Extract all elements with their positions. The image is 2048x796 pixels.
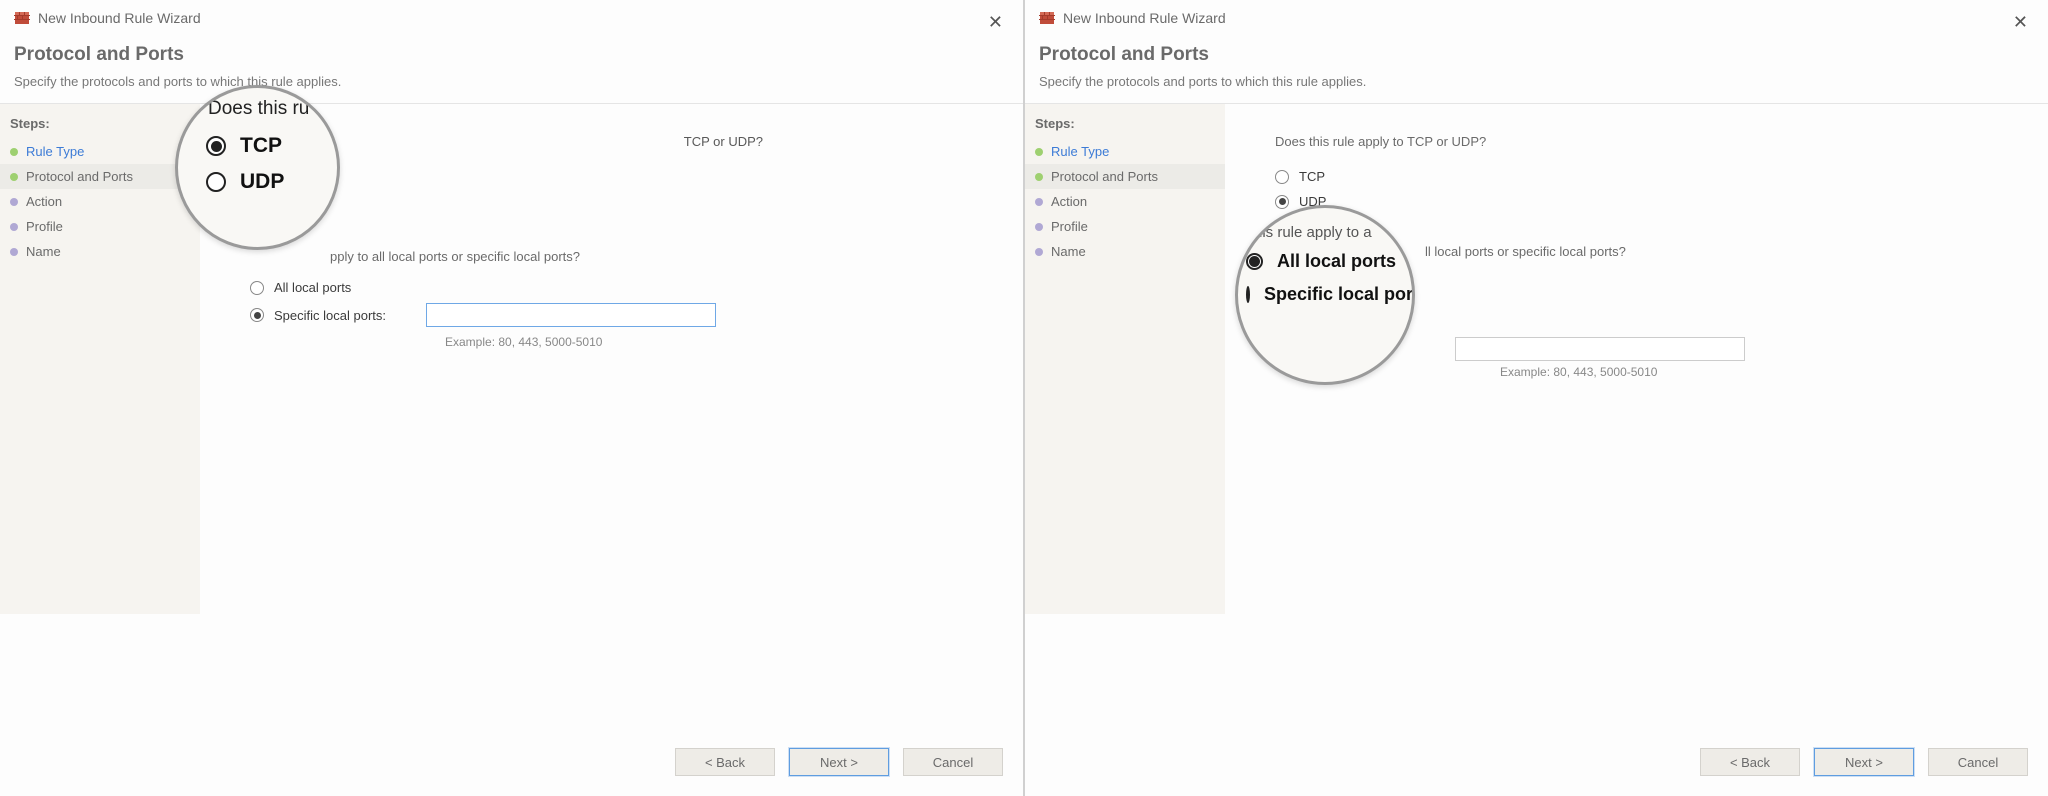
window-title: New Inbound Rule Wizard <box>1063 10 1226 26</box>
radio-icon <box>206 172 226 192</box>
firewall-icon <box>14 10 30 26</box>
back-button[interactable]: < Back <box>675 748 775 776</box>
magnifier-title-fragment: his rule apply to a <box>1254 224 1404 241</box>
radio-icon <box>1275 195 1289 209</box>
step-action[interactable]: Action <box>0 189 200 214</box>
page-description: Specify the protocols and ports to which… <box>1025 74 2048 103</box>
next-button[interactable]: Next > <box>1814 748 1914 776</box>
radio-tcp[interactable]: TCP <box>1275 169 2018 184</box>
protocol-question-fragment: TCP or UDP? <box>684 134 763 149</box>
window-title: New Inbound Rule Wizard <box>38 10 201 26</box>
magnifier-radio-specific-ports[interactable]: Specific local ports <box>1246 284 1404 305</box>
wizard-panel-left: New Inbound Rule Wizard ✕ Protocol and P… <box>0 0 1025 796</box>
magnifier-callout: Does this ru TCP UDP <box>175 85 340 250</box>
step-bullet-icon <box>10 173 18 181</box>
ports-question-fragment: ll local ports or specific local ports? <box>1425 244 2018 259</box>
step-bullet-icon <box>1035 198 1043 206</box>
radio-label: Specific local ports: <box>274 308 386 323</box>
steps-sidebar: Steps: Rule Type Protocol and Ports Acti… <box>1025 104 1225 614</box>
ports-input[interactable] <box>1455 337 1745 361</box>
close-button[interactable]: ✕ <box>2013 12 2028 33</box>
ports-input[interactable] <box>426 303 716 327</box>
radio-label: All local ports <box>274 280 351 295</box>
radio-icon <box>1246 286 1250 303</box>
back-button[interactable]: < Back <box>1700 748 1800 776</box>
step-bullet-icon <box>10 223 18 231</box>
cancel-button[interactable]: Cancel <box>903 748 1003 776</box>
title-bar: New Inbound Rule Wizard <box>1025 0 2048 32</box>
ports-question: pply to all local ports or specific loca… <box>330 249 993 264</box>
step-bullet-icon <box>1035 223 1043 231</box>
step-bullet-icon <box>1035 248 1043 256</box>
close-button[interactable]: ✕ <box>988 12 1003 33</box>
page-heading: Protocol and Ports <box>0 32 1023 74</box>
next-button[interactable]: Next > <box>789 748 889 776</box>
step-profile[interactable]: Profile <box>0 214 200 239</box>
step-rule-type[interactable]: Rule Type <box>1025 139 1225 164</box>
step-label: Action <box>1051 194 1087 209</box>
magnifier-radio-all-ports[interactable]: All local ports <box>1246 251 1404 272</box>
step-label: Name <box>1051 244 1086 259</box>
magnifier-label: TCP <box>240 134 282 158</box>
steps-label: Steps: <box>1025 116 1225 139</box>
step-bullet-icon <box>1035 173 1043 181</box>
step-name[interactable]: Name <box>0 239 200 264</box>
step-label: Name <box>26 244 61 259</box>
steps-sidebar: Steps: Rule Type Protocol and Ports Acti… <box>0 104 200 614</box>
step-label: Action <box>26 194 62 209</box>
step-bullet-icon <box>1035 148 1043 156</box>
step-action[interactable]: Action <box>1025 189 1225 214</box>
page-heading: Protocol and Ports <box>1025 32 2048 74</box>
step-label: Rule Type <box>26 144 84 159</box>
step-label: Protocol and Ports <box>26 169 133 184</box>
radio-label: TCP <box>1299 169 1325 184</box>
firewall-icon <box>1039 10 1055 26</box>
step-protocol-ports[interactable]: Protocol and Ports <box>1025 164 1225 189</box>
magnifier-label: All local ports <box>1277 251 1396 272</box>
magnifier-callout: his rule apply to a All local ports Spec… <box>1235 205 1415 385</box>
title-bar: New Inbound Rule Wizard <box>0 0 1023 32</box>
step-bullet-icon <box>10 248 18 256</box>
step-label: Rule Type <box>1051 144 1109 159</box>
steps-label: Steps: <box>0 116 200 139</box>
step-bullet-icon <box>10 148 18 156</box>
ports-example: Example: 80, 443, 5000-5010 <box>445 335 993 349</box>
radio-icon <box>250 281 264 295</box>
magnifier-radio-udp[interactable]: UDP <box>206 170 317 194</box>
step-label: Protocol and Ports <box>1051 169 1158 184</box>
magnifier-title-fragment: Does this ru <box>208 98 317 120</box>
page-description: Specify the protocols and ports to which… <box>0 74 1023 103</box>
button-row: < Back Next > Cancel <box>675 748 1003 776</box>
magnifier-label: Specific local ports <box>1264 284 1415 305</box>
radio-all-ports[interactable]: All local ports <box>250 280 993 295</box>
protocol-question: Does this rule apply to TCP or UDP? <box>1275 134 2018 149</box>
radio-icon <box>206 136 226 156</box>
radio-icon <box>1246 253 1263 270</box>
ports-example: Example: 80, 443, 5000-5010 <box>1500 365 2018 379</box>
radio-udp[interactable]: UDP <box>1275 194 2018 209</box>
magnifier-radio-tcp[interactable]: TCP <box>206 134 317 158</box>
step-profile[interactable]: Profile <box>1025 214 1225 239</box>
radio-icon <box>1275 170 1289 184</box>
radio-icon <box>250 308 264 322</box>
step-protocol-ports[interactable]: Protocol and Ports <box>0 164 200 189</box>
wizard-panel-right: New Inbound Rule Wizard ✕ Protocol and P… <box>1025 0 2048 796</box>
step-rule-type[interactable]: Rule Type <box>0 139 200 164</box>
step-label: Profile <box>26 219 63 234</box>
step-bullet-icon <box>10 198 18 206</box>
button-row: < Back Next > Cancel <box>1700 748 2028 776</box>
step-name[interactable]: Name <box>1025 239 1225 264</box>
step-label: Profile <box>1051 219 1088 234</box>
radio-specific-ports[interactable]: Specific local ports: <box>250 303 993 327</box>
magnifier-label: UDP <box>240 170 284 194</box>
cancel-button[interactable]: Cancel <box>1928 748 2028 776</box>
